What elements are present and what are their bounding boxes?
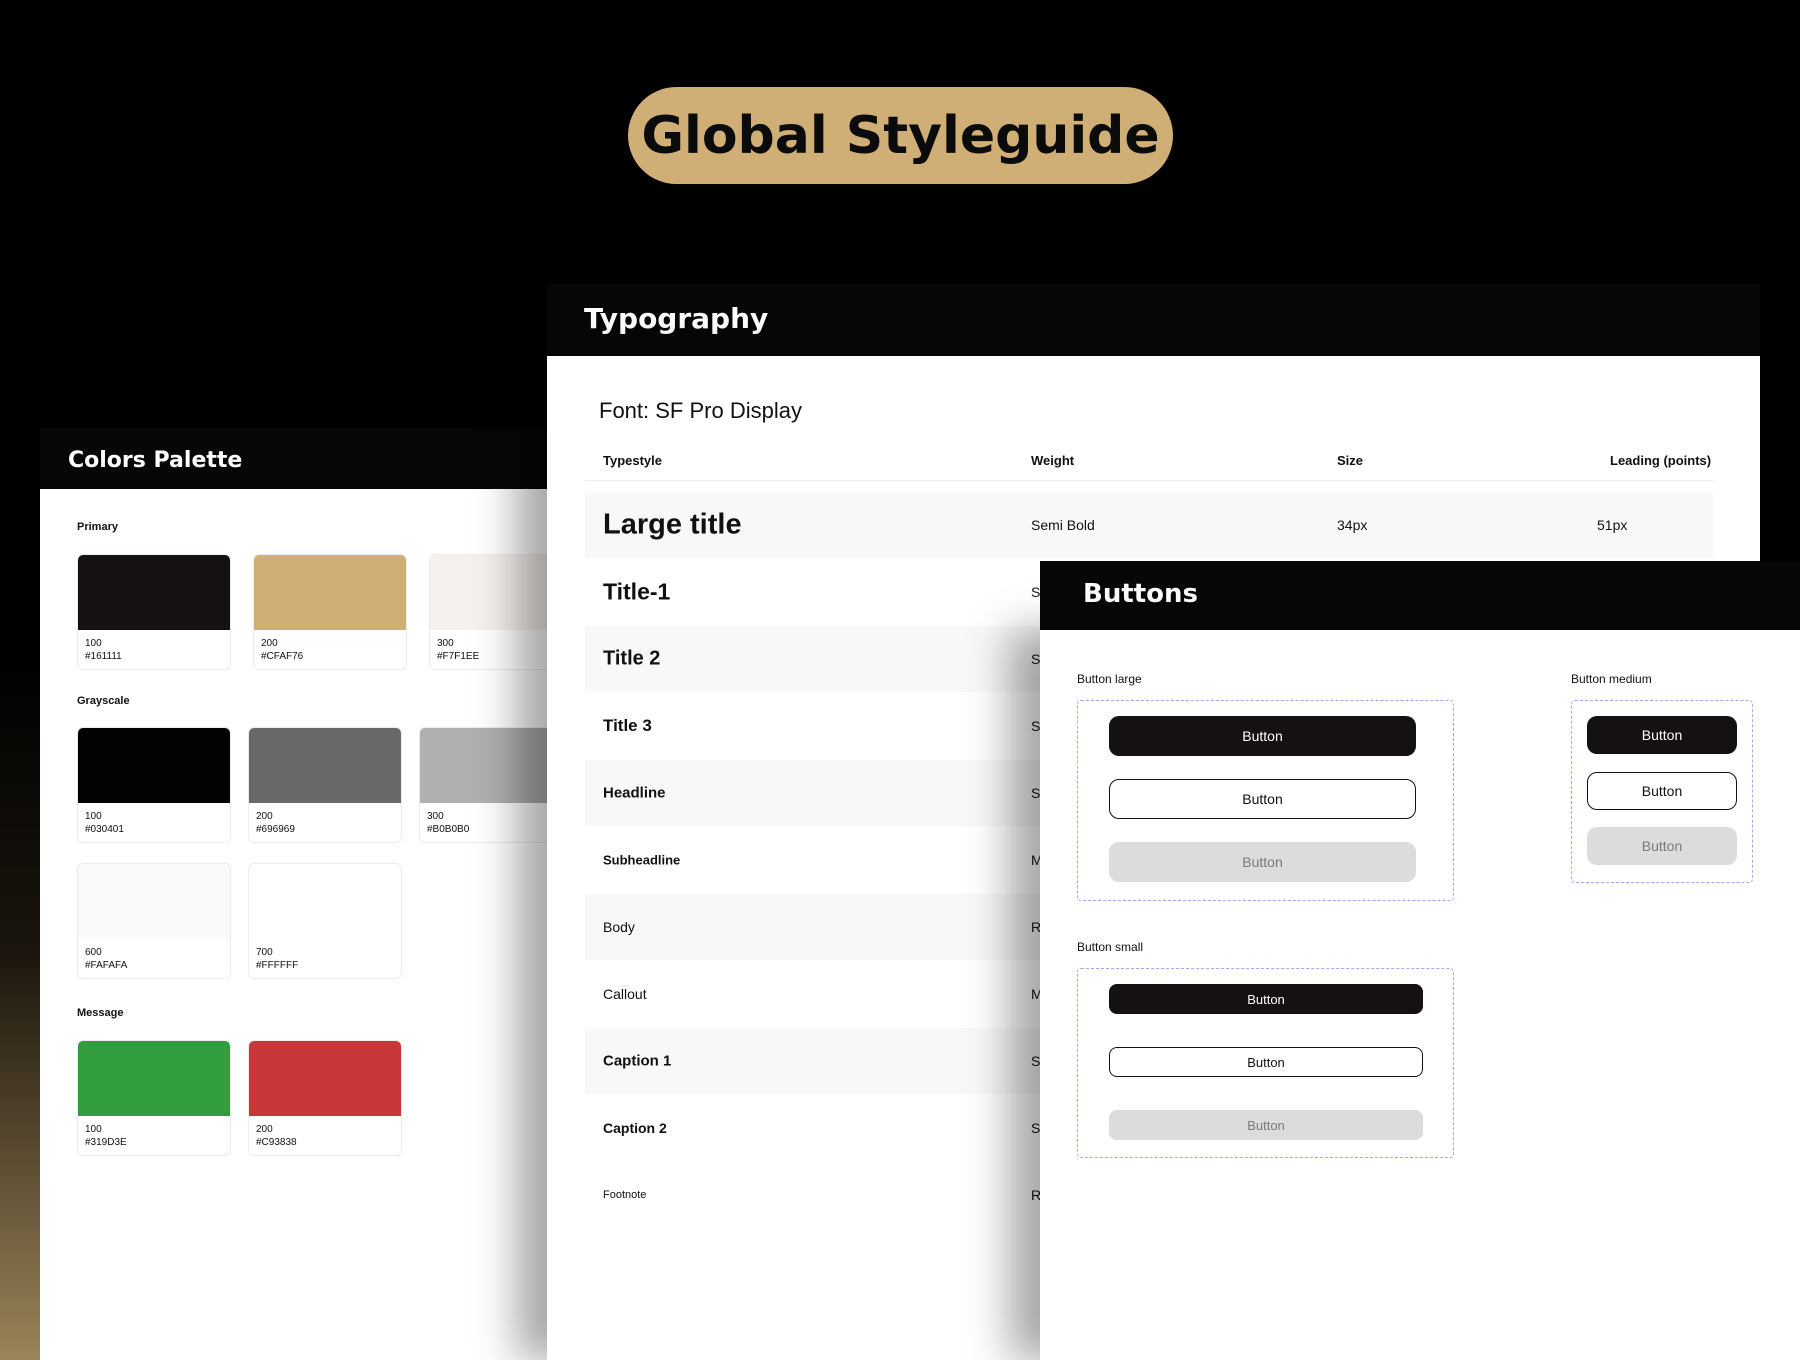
column-header-leading: Leading (points): [1610, 453, 1712, 468]
swatch-hex: #696969: [256, 824, 295, 835]
header-divider: [585, 480, 1713, 481]
column-header-weight: Weight: [1031, 453, 1075, 468]
button-medium-disabled[interactable]: Button: [1587, 827, 1737, 865]
buttons-panel: Buttons Button large Button Button Butto…: [1040, 561, 1800, 1360]
swatch-message-100[interactable]: 100 #319D3E: [77, 1040, 231, 1156]
typestyle-name: Headline: [603, 784, 666, 802]
primary-section-label: Primary: [77, 521, 118, 533]
typestyle-weight: S: [1031, 718, 1041, 734]
button-large-primary[interactable]: Button: [1109, 716, 1416, 756]
typestyle-name: Callout: [603, 986, 647, 1002]
button-small-primary[interactable]: Button: [1109, 984, 1423, 1014]
swatch-hex: #FAFAFA: [85, 960, 128, 971]
typestyle-weight: S: [1031, 785, 1041, 801]
column-header-size: Size: [1337, 453, 1364, 468]
typestyle-name: Title 2: [603, 647, 661, 670]
swatch-chip: [249, 864, 401, 939]
button-medium-group: Button Button Button: [1571, 700, 1753, 883]
typestyle-name: Caption 2: [603, 1120, 667, 1136]
font-family-title: Font: SF Pro Display: [599, 398, 802, 423]
swatch-number: 200: [261, 638, 278, 649]
typestyle-name: Body: [603, 919, 635, 935]
grayscale-section-label: Grayscale: [77, 695, 130, 707]
button-large-group: Button Button Button: [1077, 700, 1454, 901]
swatch-hex: #030401: [85, 824, 124, 835]
swatch-grayscale-600[interactable]: 600 #FAFAFA: [77, 863, 231, 979]
swatch-chip: [78, 728, 230, 803]
page-title-pill: Global Styleguide: [628, 87, 1173, 184]
typestyle-name: Title 3: [603, 716, 652, 735]
colors-palette-title: Colors Palette: [40, 428, 600, 489]
colors-palette-body: Primary 100 #161111 200 #CFAF76 300 #F7F…: [40, 489, 600, 1360]
swatch-chip: [254, 555, 406, 630]
typestyle-leading: 51px: [1597, 517, 1628, 533]
typestyle-name: Title-1: [603, 578, 671, 605]
swatch-number: 300: [437, 638, 454, 649]
swatch-hex: #FFFFFF: [256, 960, 299, 971]
button-medium-label: Button medium: [1571, 672, 1652, 686]
swatch-number: 100: [85, 638, 102, 649]
swatch-hex: #161111: [85, 651, 122, 662]
swatch-primary-200[interactable]: 200 #CFAF76: [253, 554, 407, 670]
button-small-outline[interactable]: Button: [1109, 1047, 1423, 1077]
typestyle-weight: Semi Bold: [1031, 517, 1095, 533]
button-small-group: Button Button Button: [1077, 968, 1454, 1158]
button-small-label: Button small: [1077, 940, 1144, 954]
typestyle-name: Caption 1: [603, 1052, 672, 1070]
button-large-label: Button large: [1077, 672, 1142, 686]
swatch-chip: [78, 1041, 230, 1116]
button-small-disabled[interactable]: Button: [1109, 1110, 1423, 1140]
typestyle-weight: S: [1031, 1053, 1041, 1069]
button-medium-primary[interactable]: Button: [1587, 716, 1737, 754]
button-large-disabled[interactable]: Button: [1109, 842, 1416, 882]
colors-palette-panel: Colors Palette Primary 100 #161111 200 #…: [40, 428, 600, 1360]
buttons-title: Buttons: [1040, 561, 1800, 630]
typestyle-size: 34px: [1337, 517, 1368, 533]
swatch-chip: [78, 555, 230, 630]
table-row: Large title Semi Bold 34px 51px: [585, 492, 1713, 558]
typestyle-name: Subheadline: [603, 852, 681, 868]
message-section-label: Message: [77, 1007, 124, 1019]
swatch-primary-100[interactable]: 100 #161111: [77, 554, 231, 670]
typestyle-weight: S: [1031, 584, 1041, 600]
swatch-hex: #CFAF76: [261, 651, 304, 662]
swatch-number: 200: [256, 811, 273, 822]
swatch-hex: #B0B0B0: [427, 824, 470, 835]
swatch-hex: #C93838: [256, 1137, 297, 1148]
swatch-message-200[interactable]: 200 #C93838: [248, 1040, 402, 1156]
button-large-outline[interactable]: Button: [1109, 779, 1416, 819]
column-header-typestyle: Typestyle: [603, 453, 663, 468]
swatch-number: 300: [427, 811, 444, 822]
swatch-number: 200: [256, 1124, 273, 1135]
button-medium-outline[interactable]: Button: [1587, 772, 1737, 810]
typography-title: Typography: [547, 284, 1760, 356]
swatch-grayscale-100[interactable]: 100 #030401: [77, 727, 231, 843]
typestyle-name: Large title: [603, 508, 742, 541]
swatch-number: 100: [85, 811, 102, 822]
buttons-body: Button large Button Button Button Button…: [1040, 630, 1800, 1360]
swatch-chip: [249, 728, 401, 803]
swatch-chip: [78, 864, 230, 939]
typestyle-weight: S: [1031, 1120, 1041, 1136]
swatch-number: 600: [85, 947, 102, 958]
swatch-grayscale-200[interactable]: 200 #696969: [248, 727, 402, 843]
swatch-number: 100: [85, 1124, 102, 1135]
page-title: Global Styleguide: [641, 105, 1160, 166]
swatch-hex: #319D3E: [85, 1137, 127, 1148]
swatch-grayscale-700[interactable]: 700 #FFFFFF: [248, 863, 402, 979]
swatch-chip: [249, 1041, 401, 1116]
typestyle-weight: S: [1031, 651, 1041, 667]
swatch-number: 700: [256, 947, 273, 958]
typestyle-name: Footnote: [603, 1189, 647, 1201]
swatch-hex: #F7F1EE: [437, 651, 480, 662]
